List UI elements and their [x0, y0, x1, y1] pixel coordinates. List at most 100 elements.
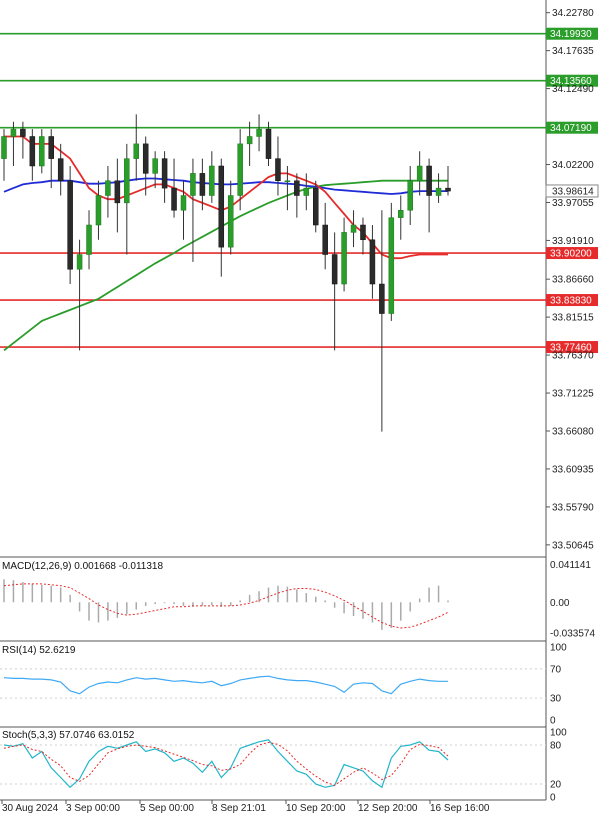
candle: [114, 158, 121, 233]
candle: [39, 129, 45, 174]
level-label: 33.90200: [550, 249, 592, 260]
candle: [29, 129, 36, 181]
candle-body: [190, 173, 196, 196]
candle-body: [398, 210, 404, 218]
candle-body: [152, 158, 158, 174]
price-chart[interactable]: 34.1993034.1356034.0719033.9020033.83830…: [0, 0, 600, 813]
candle-body: [29, 136, 36, 167]
candle-body: [161, 158, 168, 189]
candle-body: [95, 195, 102, 226]
rsi-tick-label: 0: [550, 716, 556, 727]
candle: [48, 129, 54, 189]
rsi-tick-label: 100: [550, 643, 567, 654]
candle-body: [265, 128, 272, 159]
time-tick-label: 16 Sep 16:00: [430, 803, 490, 813]
time-tick-label: 10 Sep 20:00: [286, 803, 346, 813]
stoch-tick-label: 0: [550, 793, 556, 804]
candle: [294, 173, 300, 218]
rsi-tick-label: 30: [550, 694, 562, 705]
candle: [322, 202, 328, 270]
candle-body: [171, 187, 177, 211]
candle-body: [180, 195, 187, 211]
price-tick-label: 34.17635: [552, 46, 594, 57]
candle: [227, 180, 234, 255]
candle-body: [246, 136, 253, 145]
candle: [124, 143, 130, 255]
price-tick-label: 33.97055: [552, 198, 594, 209]
price-axis: 34.22780 34.17635 34.12490 34.02200 33.97055…: [546, 8, 594, 551]
candle-body: [86, 224, 92, 255]
price-tick-label: 33.76370: [552, 351, 594, 362]
candle-body: [199, 173, 206, 196]
candle-body: [105, 180, 111, 196]
candle-body: [275, 158, 281, 181]
candle-body: [416, 165, 423, 181]
candle-body: [294, 180, 300, 196]
candle-body: [227, 195, 234, 248]
candle: [152, 151, 158, 189]
macd-tick-label: 0.00: [550, 598, 570, 609]
candle: [435, 173, 442, 203]
candle-body: [39, 136, 45, 167]
candle-body: [331, 254, 338, 285]
macd-tick-label: -0.033574: [550, 629, 595, 640]
time-tick-label: 30 Aug 2024: [2, 803, 59, 813]
candle: [407, 165, 413, 226]
price-tick-label: 33.66080: [552, 426, 594, 437]
candle-body: [350, 224, 357, 233]
candle-body: [57, 158, 64, 181]
candle: [369, 225, 376, 299]
time-tick-label: 3 Sep 00:00: [66, 803, 120, 813]
candle-body: [256, 128, 262, 137]
candle-body: [426, 165, 432, 196]
rsi-label: RSI(14) 52.6219: [2, 645, 76, 656]
candle-body: [388, 217, 395, 314]
candle-body: [67, 180, 73, 270]
candle: [426, 158, 432, 233]
price-tick-label: 33.60935: [552, 464, 594, 475]
candle: [398, 195, 404, 240]
level-label: 34.07190: [550, 123, 592, 134]
candle: [416, 151, 423, 196]
candle: [379, 210, 385, 432]
candle-body: [322, 224, 328, 255]
candle-body: [209, 165, 215, 196]
macd-label: MACD(12,26,9) 0.001668 -0.011318: [2, 561, 163, 572]
candle-body: [303, 187, 310, 196]
candle: [190, 158, 196, 262]
price-tick-label: 33.86660: [552, 275, 594, 286]
candle: [67, 165, 73, 285]
stoch-label: Stoch(5,3,3) 57.0746 63.0152: [2, 730, 135, 741]
candle-body: [218, 165, 225, 248]
candle-body: [1, 136, 7, 159]
candle: [1, 129, 7, 181]
candle: [331, 232, 338, 351]
price-tick-label: 33.71225: [552, 389, 594, 400]
candle: [86, 210, 92, 270]
current-price-label: 33.98614: [552, 186, 594, 197]
candle: [350, 210, 357, 248]
candle: [180, 180, 187, 240]
rsi-line: [3, 675, 448, 695]
candle-body: [435, 187, 442, 196]
stoch-d-line: [3, 741, 449, 786]
candle-body: [312, 187, 319, 226]
candle-body: [142, 143, 149, 174]
price-tick-label: 33.81515: [552, 313, 594, 324]
time-tick-label: 8 Sep 21:01: [212, 803, 266, 813]
candle: [312, 180, 319, 233]
stoch-tick-label: 80: [550, 741, 562, 752]
candle: [388, 202, 395, 321]
candle: [341, 217, 347, 292]
time-tick-label: 12 Sep 20:00: [358, 803, 418, 813]
candle: [171, 158, 177, 218]
candle: [76, 239, 83, 351]
level-label: 34.19930: [550, 29, 592, 40]
candle-body: [114, 180, 121, 204]
candle-body: [284, 180, 291, 182]
candle: [256, 114, 262, 152]
macd-tick-label: 0.041141: [550, 560, 591, 571]
stoch-k-line: [3, 739, 449, 789]
time-tick-label: 5 Sep 00:00: [140, 803, 194, 813]
candle-body: [360, 224, 366, 241]
